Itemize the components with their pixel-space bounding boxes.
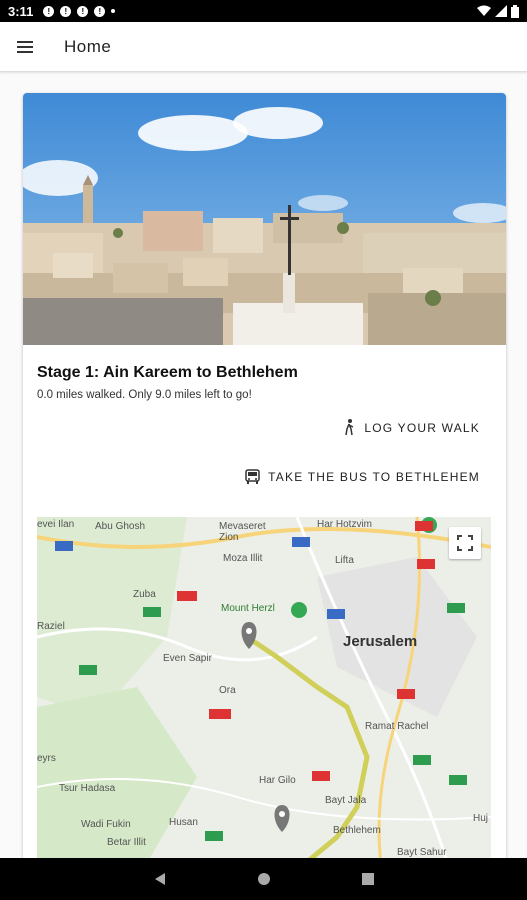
page-title: Home [64, 36, 112, 56]
map-label: Ramat Rachel [365, 721, 429, 732]
menu-icon[interactable] [0, 22, 50, 72]
map-label: Mount Herzl [221, 603, 275, 614]
fullscreen-icon [457, 535, 473, 551]
notification-icon: ! [60, 5, 72, 17]
map-label: Har Hotzvim [317, 519, 373, 530]
map-label: Huj [473, 813, 489, 824]
notification-icons: ! ! ! ! [43, 5, 116, 17]
recents-icon[interactable] [361, 872, 375, 886]
map-label: Even Sapir [163, 653, 212, 664]
map-label: evei Ilan [37, 519, 75, 530]
map-label: Tsur Hadasa [59, 783, 116, 794]
route-map[interactable]: evei Ilan Abu Ghosh Mevaseret Zion Har H… [37, 517, 491, 858]
signal-icon [495, 5, 507, 17]
stage-title: Stage 1: Ain Kareem to Bethlehem [37, 364, 298, 381]
map-label: Raziel [37, 621, 65, 632]
map-label: Har Gilo [259, 775, 296, 786]
map-label: Moza Illit [223, 553, 263, 564]
app-bar: Home [0, 22, 527, 72]
map-label: eyrs [37, 753, 56, 764]
notification-icon: ! [94, 5, 106, 17]
map-label: Bethlehem [333, 825, 381, 836]
map-label: Husan [169, 817, 198, 828]
walking-icon [345, 419, 354, 436]
map-label: Bayt Jala [325, 795, 367, 806]
system-nav-bar [0, 858, 527, 900]
main-content: Stage 1: Ain Kareem to Bethlehem 0.0 mil… [0, 72, 527, 858]
status-bar: 3:11 ! ! ! ! [0, 0, 527, 22]
log-walk-label: LOG YOUR WALK [364, 420, 480, 435]
bethlehem-photo [23, 93, 506, 345]
stage-card: Stage 1: Ain Kareem to Bethlehem 0.0 mil… [23, 93, 506, 858]
map-label: Ora [219, 685, 236, 696]
map-label: Lifta [335, 555, 354, 566]
take-bus-button[interactable]: TAKE THE BUS TO BETHLEHEM [245, 469, 480, 484]
map-label: Bayt Sahur [397, 847, 447, 858]
more-notifications-icon [111, 9, 116, 13]
bus-icon [245, 469, 260, 484]
back-icon[interactable] [153, 872, 167, 886]
map-label: Betar Illit [107, 837, 146, 848]
status-time: 3:11 [8, 3, 34, 19]
notification-icon: ! [77, 5, 89, 17]
map-label: Mevaseret Zion [219, 521, 266, 543]
home-icon[interactable] [257, 872, 271, 886]
map-label: Abu Ghosh [95, 521, 146, 532]
notification-icon: ! [43, 5, 55, 17]
map-label: Zuba [133, 589, 156, 600]
log-walk-button[interactable]: LOG YOUR WALK [344, 419, 480, 436]
fullscreen-button[interactable] [449, 527, 481, 559]
take-bus-label: TAKE THE BUS TO BETHLEHEM [268, 469, 480, 484]
battery-icon [511, 4, 519, 18]
map-label: Wadi Fukin [81, 819, 131, 830]
stage-progress: 0.0 miles walked. Only 9.0 miles left to… [37, 389, 252, 401]
wifi-icon [477, 5, 491, 16]
map-label-jerusalem: Jerusalem [343, 633, 418, 650]
